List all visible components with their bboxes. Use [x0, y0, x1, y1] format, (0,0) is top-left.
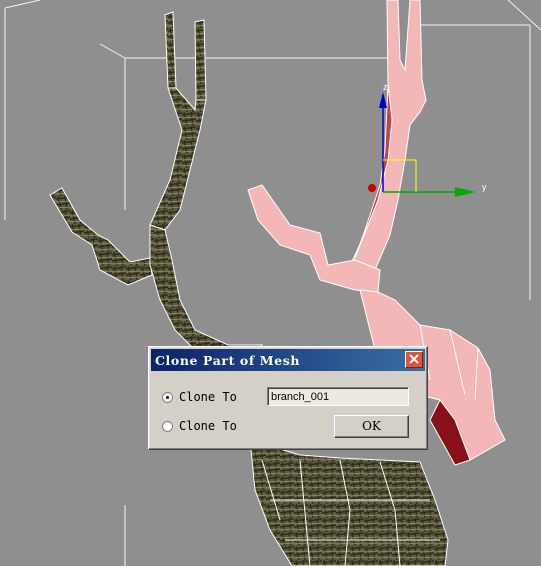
clone-to-label-2: Clone To: [179, 419, 237, 433]
clone-to-radio-2[interactable]: [162, 421, 173, 432]
dialog-title: Clone Part of Mesh: [155, 353, 301, 368]
gizmo-z-label: z: [383, 82, 388, 92]
viewport[interactable]: z y: [0, 0, 541, 566]
radio-selected-dot: [166, 396, 169, 399]
clone-part-dialog[interactable]: Clone Part of Mesh Clone To Clone To OK: [148, 346, 428, 450]
dialog-titlebar[interactable]: Clone Part of Mesh: [151, 349, 425, 371]
gizmo-y-label: y: [482, 182, 487, 192]
clone-name-field[interactable]: [267, 387, 409, 406]
ok-button[interactable]: OK: [334, 415, 409, 438]
close-button[interactable]: [405, 351, 423, 368]
close-icon: [409, 354, 419, 364]
clone-to-label-1: Clone To: [179, 390, 237, 404]
clone-to-radio-1[interactable]: [162, 392, 173, 403]
